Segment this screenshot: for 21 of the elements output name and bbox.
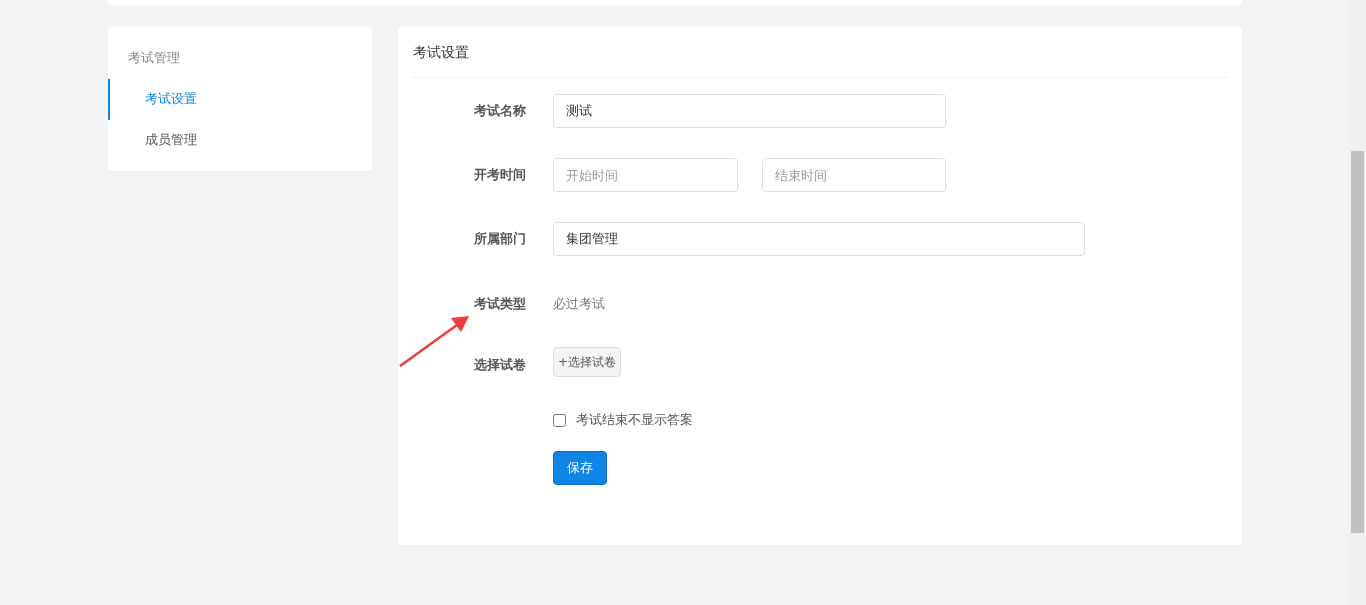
field-label: 考试类型 — [474, 295, 527, 314]
select-paper-button[interactable]: +选择试卷 — [553, 347, 622, 377]
end-time-field[interactable]: 结束时间 — [762, 158, 946, 192]
department-field[interactable]: 集团管理 — [553, 222, 1085, 256]
sidebar-item[interactable]: 成员管理 — [108, 119, 372, 161]
scrollbar[interactable] — [1349, 0, 1366, 605]
annotation-arrow — [399, 316, 469, 367]
exam-name-field[interactable]: 测试 — [553, 94, 946, 128]
save-button[interactable]: 保存 — [553, 451, 607, 485]
field-label: 开考时间 — [474, 166, 527, 185]
checkbox-label: 考试结束不显示答案 — [576, 411, 693, 430]
field-label: 考试名称 — [474, 102, 527, 121]
start-time-field[interactable]: 开始时间 — [553, 158, 738, 192]
exam-type-value: 必过考试 — [553, 295, 605, 314]
sidebar-title: 考试管理 — [128, 49, 180, 67]
panel-title: 考试设置 — [413, 42, 469, 62]
field-label: 所属部门 — [474, 230, 527, 249]
hide-answers-checkbox[interactable] — [553, 413, 566, 427]
sidebar-item[interactable]: 考试设置 — [108, 78, 372, 120]
scrollbar-thumb[interactable] — [1351, 151, 1364, 533]
field-label: 选择试卷 — [474, 356, 527, 375]
